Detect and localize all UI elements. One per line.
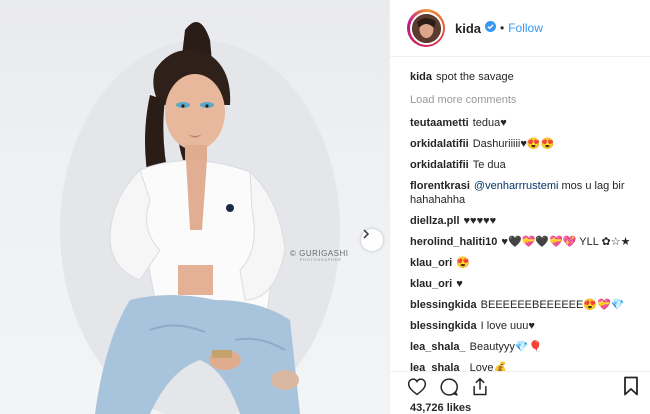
post-actions-bar	[390, 371, 650, 401]
comment-row: teutaametti tedua♥	[410, 116, 645, 130]
comment-username[interactable]: teutaametti	[410, 117, 469, 129]
next-photo-button[interactable]	[361, 229, 383, 251]
comment-row: klau_ori ♥	[410, 277, 645, 291]
comment-username[interactable]: herolind_haliti10	[410, 236, 497, 248]
comment-text: Te dua	[472, 159, 506, 171]
comments-list[interactable]: kida spot the savage Load more comments t…	[390, 58, 650, 371]
post-username[interactable]: kida	[455, 21, 481, 36]
caption: kida spot the savage	[410, 70, 645, 84]
caption-text: spot the savage	[436, 71, 514, 83]
verified-badge-icon	[485, 21, 497, 35]
comment-username[interactable]: lea_shala_	[410, 362, 466, 371]
comment-row: orkidalatifii Te dua	[410, 158, 645, 172]
comment-username[interactable]: orkidalatifii	[410, 159, 469, 171]
photo-watermark: © GURIGASHI PHOTOGRAPHER	[290, 249, 349, 262]
comment-row: klau_ori 😍	[410, 256, 645, 270]
comment-row: florentkrasi @venharrrustemi mos u lag bi…	[410, 179, 645, 207]
comment-text: BEEEEEEBEEEEEE😍💝💎	[480, 299, 625, 311]
comment-icon[interactable]	[439, 377, 459, 397]
comment-text: ♥♥♥♥♥	[463, 215, 497, 227]
comment-username[interactable]: klau_ori	[410, 257, 452, 269]
comment-row: blessingkida BEEEEEEBEEEEEE😍💝💎	[410, 298, 645, 312]
comment-text: Dashuriiiii♥😍😍	[472, 138, 555, 150]
post-photo[interactable]: © GURIGASHI PHOTOGRAPHER	[0, 0, 389, 414]
comment-text: ♥	[456, 278, 463, 290]
comment-row: orkidalatifii Dashuriiiii♥😍😍	[410, 137, 645, 151]
comment-username[interactable]: diellza.pll	[410, 215, 460, 227]
comment-username[interactable]: lea_shala_	[410, 341, 466, 353]
comment-username[interactable]: blessingkida	[410, 299, 477, 311]
comment-row: blessingkida I love uuu♥	[410, 319, 645, 333]
comment-text: ♥🖤💝🖤💝💖 YLL ✿☆★	[501, 236, 631, 248]
load-more-comments-button[interactable]: Load more comments	[410, 94, 645, 106]
comment-username[interactable]: florentkrasi	[410, 180, 470, 192]
separator-dot: •	[500, 21, 505, 35]
share-icon[interactable]	[471, 377, 489, 397]
caption-username[interactable]: kida	[410, 71, 432, 83]
comment-text: tedua♥	[472, 117, 507, 129]
comment-text: Love💰	[469, 362, 508, 371]
comment-text: 😍	[456, 257, 470, 269]
comment-row: lea_shala_ Love💰	[410, 361, 645, 371]
photo-illustration	[60, 22, 340, 414]
post-sidebar: kida • Follow kida spot the savage Load m…	[389, 0, 650, 414]
comment-username[interactable]: klau_ori	[410, 278, 452, 290]
bookmark-icon[interactable]	[623, 376, 639, 399]
comment-text: Beautyyy💎🎈	[469, 341, 543, 353]
comment-mention-link[interactable]: @venharrrustemi	[474, 180, 559, 192]
comment-row: lea_shala_ Beautyyy💎🎈	[410, 340, 645, 354]
comment-username[interactable]: blessingkida	[410, 320, 477, 332]
comment-text: I love uuu♥	[480, 320, 535, 332]
comment-username[interactable]: orkidalatifii	[410, 138, 469, 150]
chevron-right-icon	[363, 229, 370, 239]
follow-button[interactable]: Follow	[508, 21, 543, 35]
likes-count[interactable]: 43,726 likes	[410, 402, 471, 414]
avatar-image	[411, 13, 441, 43]
comment-row: diellza.pll ♥♥♥♥♥	[410, 214, 645, 228]
comment-row: herolind_haliti10 ♥🖤💝🖤💝💖 YLL ✿☆★	[410, 235, 645, 249]
avatar[interactable]	[407, 9, 445, 47]
post-header: kida • Follow	[390, 0, 650, 57]
heart-icon[interactable]	[407, 377, 427, 396]
